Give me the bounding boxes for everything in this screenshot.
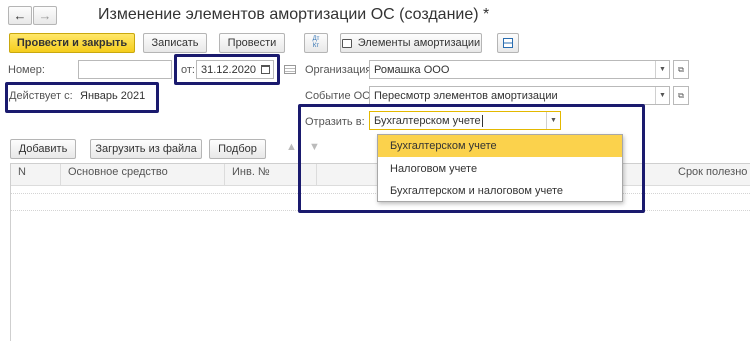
table-header-divider	[60, 164, 61, 186]
printer-icon	[341, 38, 352, 48]
open-organization-button[interactable]: ⧉	[673, 60, 689, 79]
depreciation-elements-button[interactable]: Элементы амортизации	[340, 33, 482, 53]
chevron-down-icon[interactable]: ▼	[655, 61, 669, 78]
chevron-down-icon[interactable]: ▼	[655, 87, 669, 104]
number-label: Номер:	[8, 64, 45, 76]
os-event-value: Пересмотр элементов амортизации	[374, 89, 558, 102]
date-highlight-box	[174, 54, 280, 85]
organization-label: Организация:	[305, 64, 375, 76]
load-from-file-button[interactable]: Загрузить из файла	[90, 139, 202, 159]
depreciation-elements-label: Элементы амортизации	[357, 37, 481, 49]
move-up-icon[interactable]: ▲	[286, 141, 297, 153]
os-event-input[interactable]: Пересмотр элементов амортизации ▼	[369, 86, 670, 105]
dt-kt-button[interactable]: Дт Кт	[304, 33, 328, 53]
effective-from-highlight-box	[5, 82, 159, 113]
add-row-button[interactable]: Добавить	[10, 139, 76, 159]
kt-label: Кт	[312, 43, 320, 49]
save-button[interactable]: Записать	[143, 33, 207, 53]
selection-button[interactable]: Подбор	[209, 139, 266, 159]
structure-button[interactable]	[497, 33, 519, 53]
open-os-event-button[interactable]: ⧉	[673, 86, 689, 105]
table-header-divider	[224, 164, 225, 186]
table-header-inv-no: Инв. №	[232, 166, 270, 178]
arrow-right-icon: →	[38, 8, 52, 23]
organization-value: Ромашка ООО	[374, 63, 450, 76]
structure-icon	[503, 38, 513, 48]
post-and-close-button[interactable]: Провести и закрыть	[9, 33, 135, 53]
page-title: Изменение элементов амортизации ОС (созд…	[98, 6, 490, 23]
table-header-n: N	[18, 166, 26, 178]
reflect-in-highlight-box	[298, 104, 645, 213]
organization-input[interactable]: Ромашка ООО ▼	[369, 60, 670, 79]
arrow-left-icon: ←	[13, 8, 27, 23]
table-header-asset: Основное средство	[68, 166, 168, 178]
date-options-icon[interactable]	[284, 65, 296, 74]
table-header-useful-life: Срок полезно	[678, 166, 748, 178]
number-input[interactable]	[78, 60, 172, 79]
back-button[interactable]: ←	[8, 6, 32, 25]
post-button[interactable]: Провести	[219, 33, 285, 53]
dt-label: Дт	[312, 36, 320, 42]
os-event-label: Событие ОС:	[305, 90, 374, 102]
forward-button[interactable]: →	[33, 6, 57, 25]
